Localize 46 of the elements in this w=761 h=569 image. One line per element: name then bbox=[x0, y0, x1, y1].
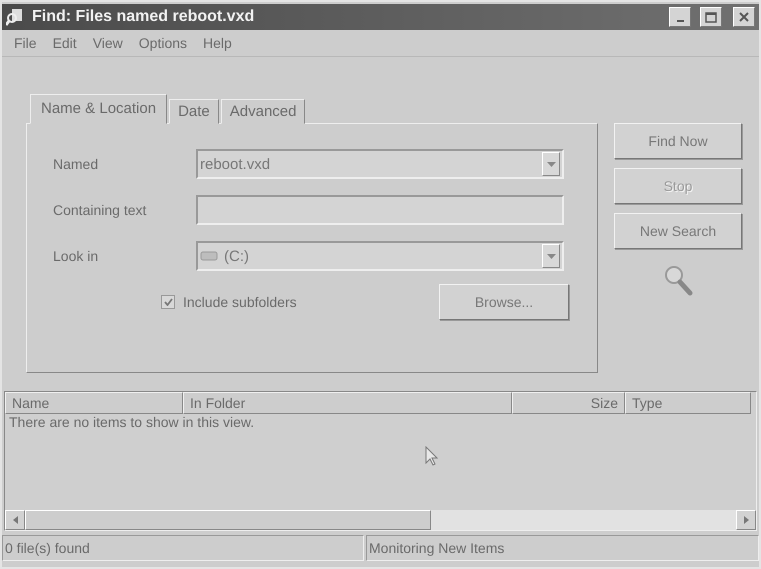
menu-item[interactable]: View bbox=[84, 34, 131, 52]
scroll-left-button[interactable] bbox=[5, 510, 25, 530]
column-header[interactable]: Size bbox=[512, 392, 625, 414]
empty-message: There are no items to show in this view. bbox=[9, 414, 254, 430]
right-arrow-icon bbox=[744, 516, 748, 524]
tab[interactable]: Advanced bbox=[220, 99, 306, 124]
search-icon bbox=[6, 8, 24, 26]
close-icon bbox=[739, 12, 749, 22]
minimize-button[interactable] bbox=[669, 7, 691, 27]
maximize-button[interactable] bbox=[700, 7, 722, 27]
column-header[interactable]: In Folder bbox=[183, 392, 512, 414]
action-button[interactable]: New Search bbox=[614, 213, 742, 249]
menu-item[interactable]: Edit bbox=[44, 34, 85, 52]
browse-button[interactable]: Browse... bbox=[439, 284, 569, 320]
maximize-icon bbox=[705, 12, 717, 22]
dropdown-button[interactable] bbox=[542, 244, 560, 268]
scroll-right-button[interactable] bbox=[736, 510, 756, 530]
search-icon bbox=[663, 264, 693, 296]
cursor-icon bbox=[425, 446, 439, 466]
dropdown-button[interactable] bbox=[542, 152, 560, 176]
checkbox-label: Include subfolders bbox=[183, 294, 297, 310]
menu-item[interactable]: File bbox=[6, 34, 45, 52]
status-pane: Monitoring New Items bbox=[366, 535, 759, 561]
field-label: Containing text bbox=[53, 202, 148, 218]
menu-item[interactable]: Options bbox=[130, 34, 196, 52]
input-field[interactable]: reboot.vxd bbox=[196, 149, 564, 179]
tab[interactable]: Name & Location bbox=[30, 94, 168, 124]
status-pane: 0 file(s) found bbox=[2, 535, 364, 561]
tab[interactable]: Date bbox=[169, 99, 219, 124]
minimize-icon bbox=[676, 20, 684, 22]
window-title: Find: Files named reboot.vxd bbox=[32, 8, 256, 26]
caret-icon bbox=[546, 162, 556, 166]
left-arrow-icon bbox=[12, 516, 18, 524]
field-label: Look in bbox=[53, 248, 100, 264]
caret-icon bbox=[546, 254, 556, 258]
column-header[interactable]: Name bbox=[5, 392, 183, 414]
menu-item[interactable]: Help bbox=[195, 34, 240, 52]
column-header[interactable]: Type bbox=[625, 392, 751, 414]
checkbox[interactable] bbox=[161, 295, 175, 309]
scrollbar-thumb[interactable] bbox=[25, 510, 431, 530]
action-button[interactable]: Find Now bbox=[614, 123, 742, 159]
field-label: Named bbox=[53, 156, 100, 172]
close-button[interactable] bbox=[733, 7, 755, 27]
drive-icon bbox=[200, 251, 218, 261]
input-field[interactable] bbox=[196, 195, 564, 225]
input-field[interactable]: (C:) bbox=[196, 241, 564, 271]
